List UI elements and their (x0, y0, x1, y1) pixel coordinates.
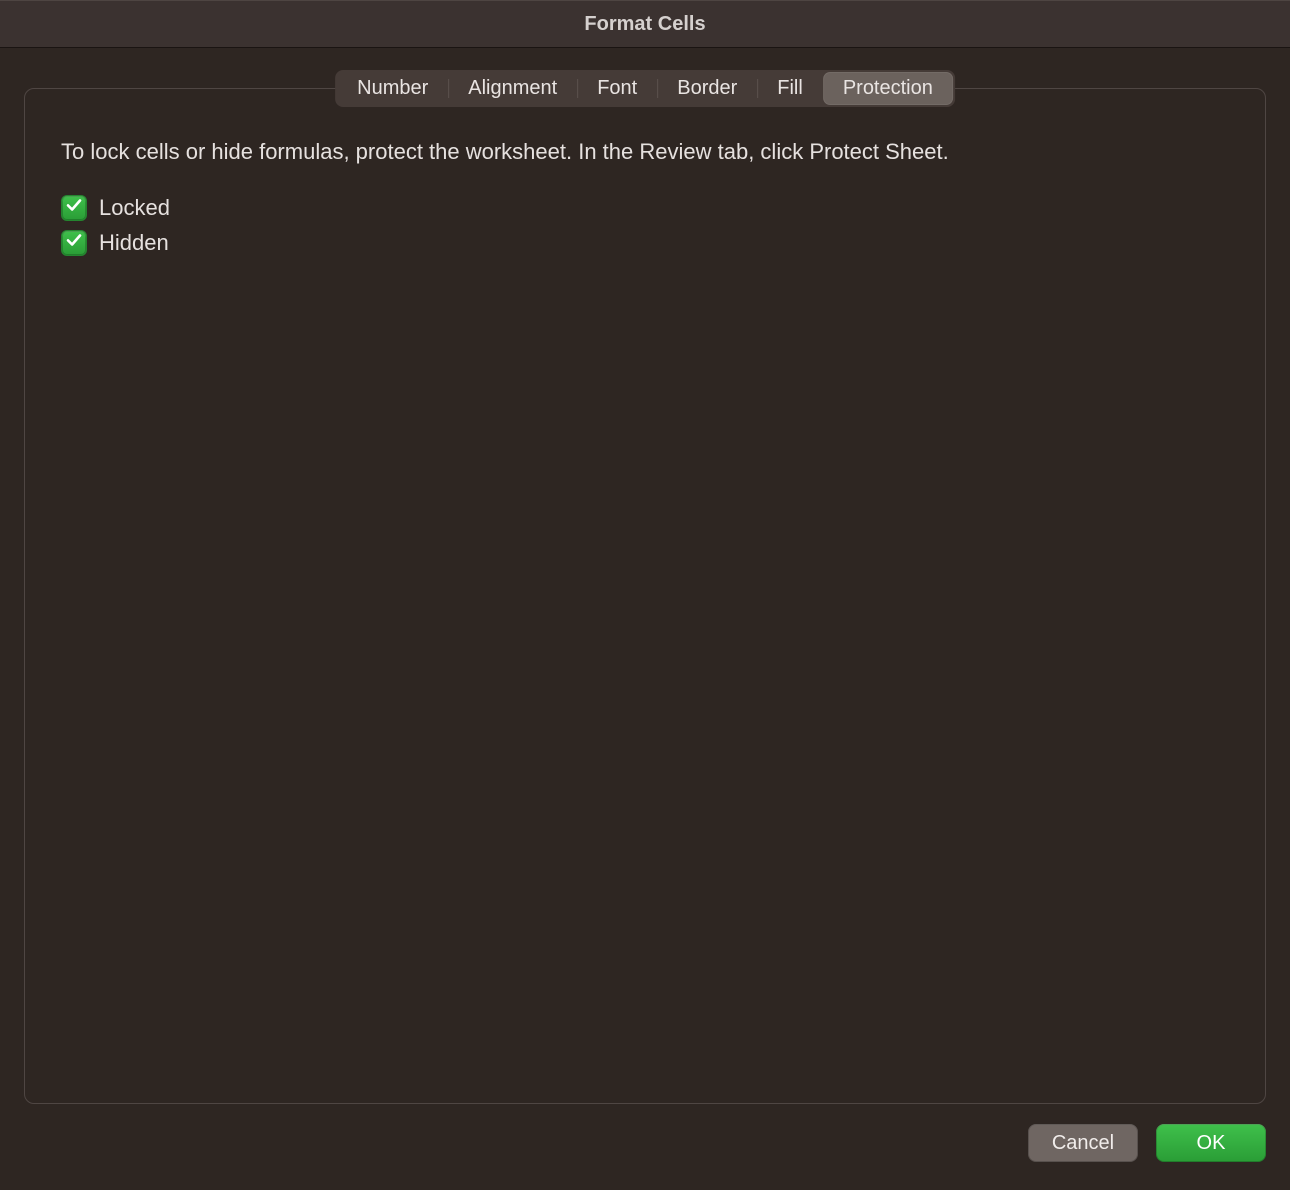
protection-description: To lock cells or hide formulas, protect … (61, 137, 961, 167)
hidden-row: Hidden (61, 230, 1229, 256)
locked-checkbox[interactable] (61, 195, 87, 221)
titlebar: Format Cells (0, 0, 1290, 48)
locked-row: Locked (61, 195, 1229, 221)
tab-protection[interactable]: Protection (823, 72, 953, 105)
tab-fill[interactable]: Fill (757, 72, 823, 105)
tab-alignment[interactable]: Alignment (448, 72, 577, 105)
content-area: Number Alignment Font Border Fill Protec… (0, 48, 1290, 1108)
locked-label: Locked (99, 195, 170, 221)
tab-border[interactable]: Border (657, 72, 757, 105)
format-cells-dialog: Format Cells Number Alignment Font Borde… (0, 0, 1290, 1190)
hidden-label: Hidden (99, 230, 169, 256)
checkmark-icon (65, 196, 83, 219)
cancel-button[interactable]: Cancel (1028, 1124, 1138, 1162)
dialog-buttons: Cancel OK (0, 1108, 1290, 1190)
protection-pane: To lock cells or hide formulas, protect … (24, 88, 1266, 1104)
checkmark-icon (65, 231, 83, 254)
hidden-checkbox[interactable] (61, 230, 87, 256)
dialog-title: Format Cells (584, 13, 705, 36)
ok-button[interactable]: OK (1156, 1124, 1266, 1162)
tab-bar: Number Alignment Font Border Fill Protec… (335, 70, 955, 107)
tab-font[interactable]: Font (577, 72, 657, 105)
tab-number[interactable]: Number (337, 72, 448, 105)
